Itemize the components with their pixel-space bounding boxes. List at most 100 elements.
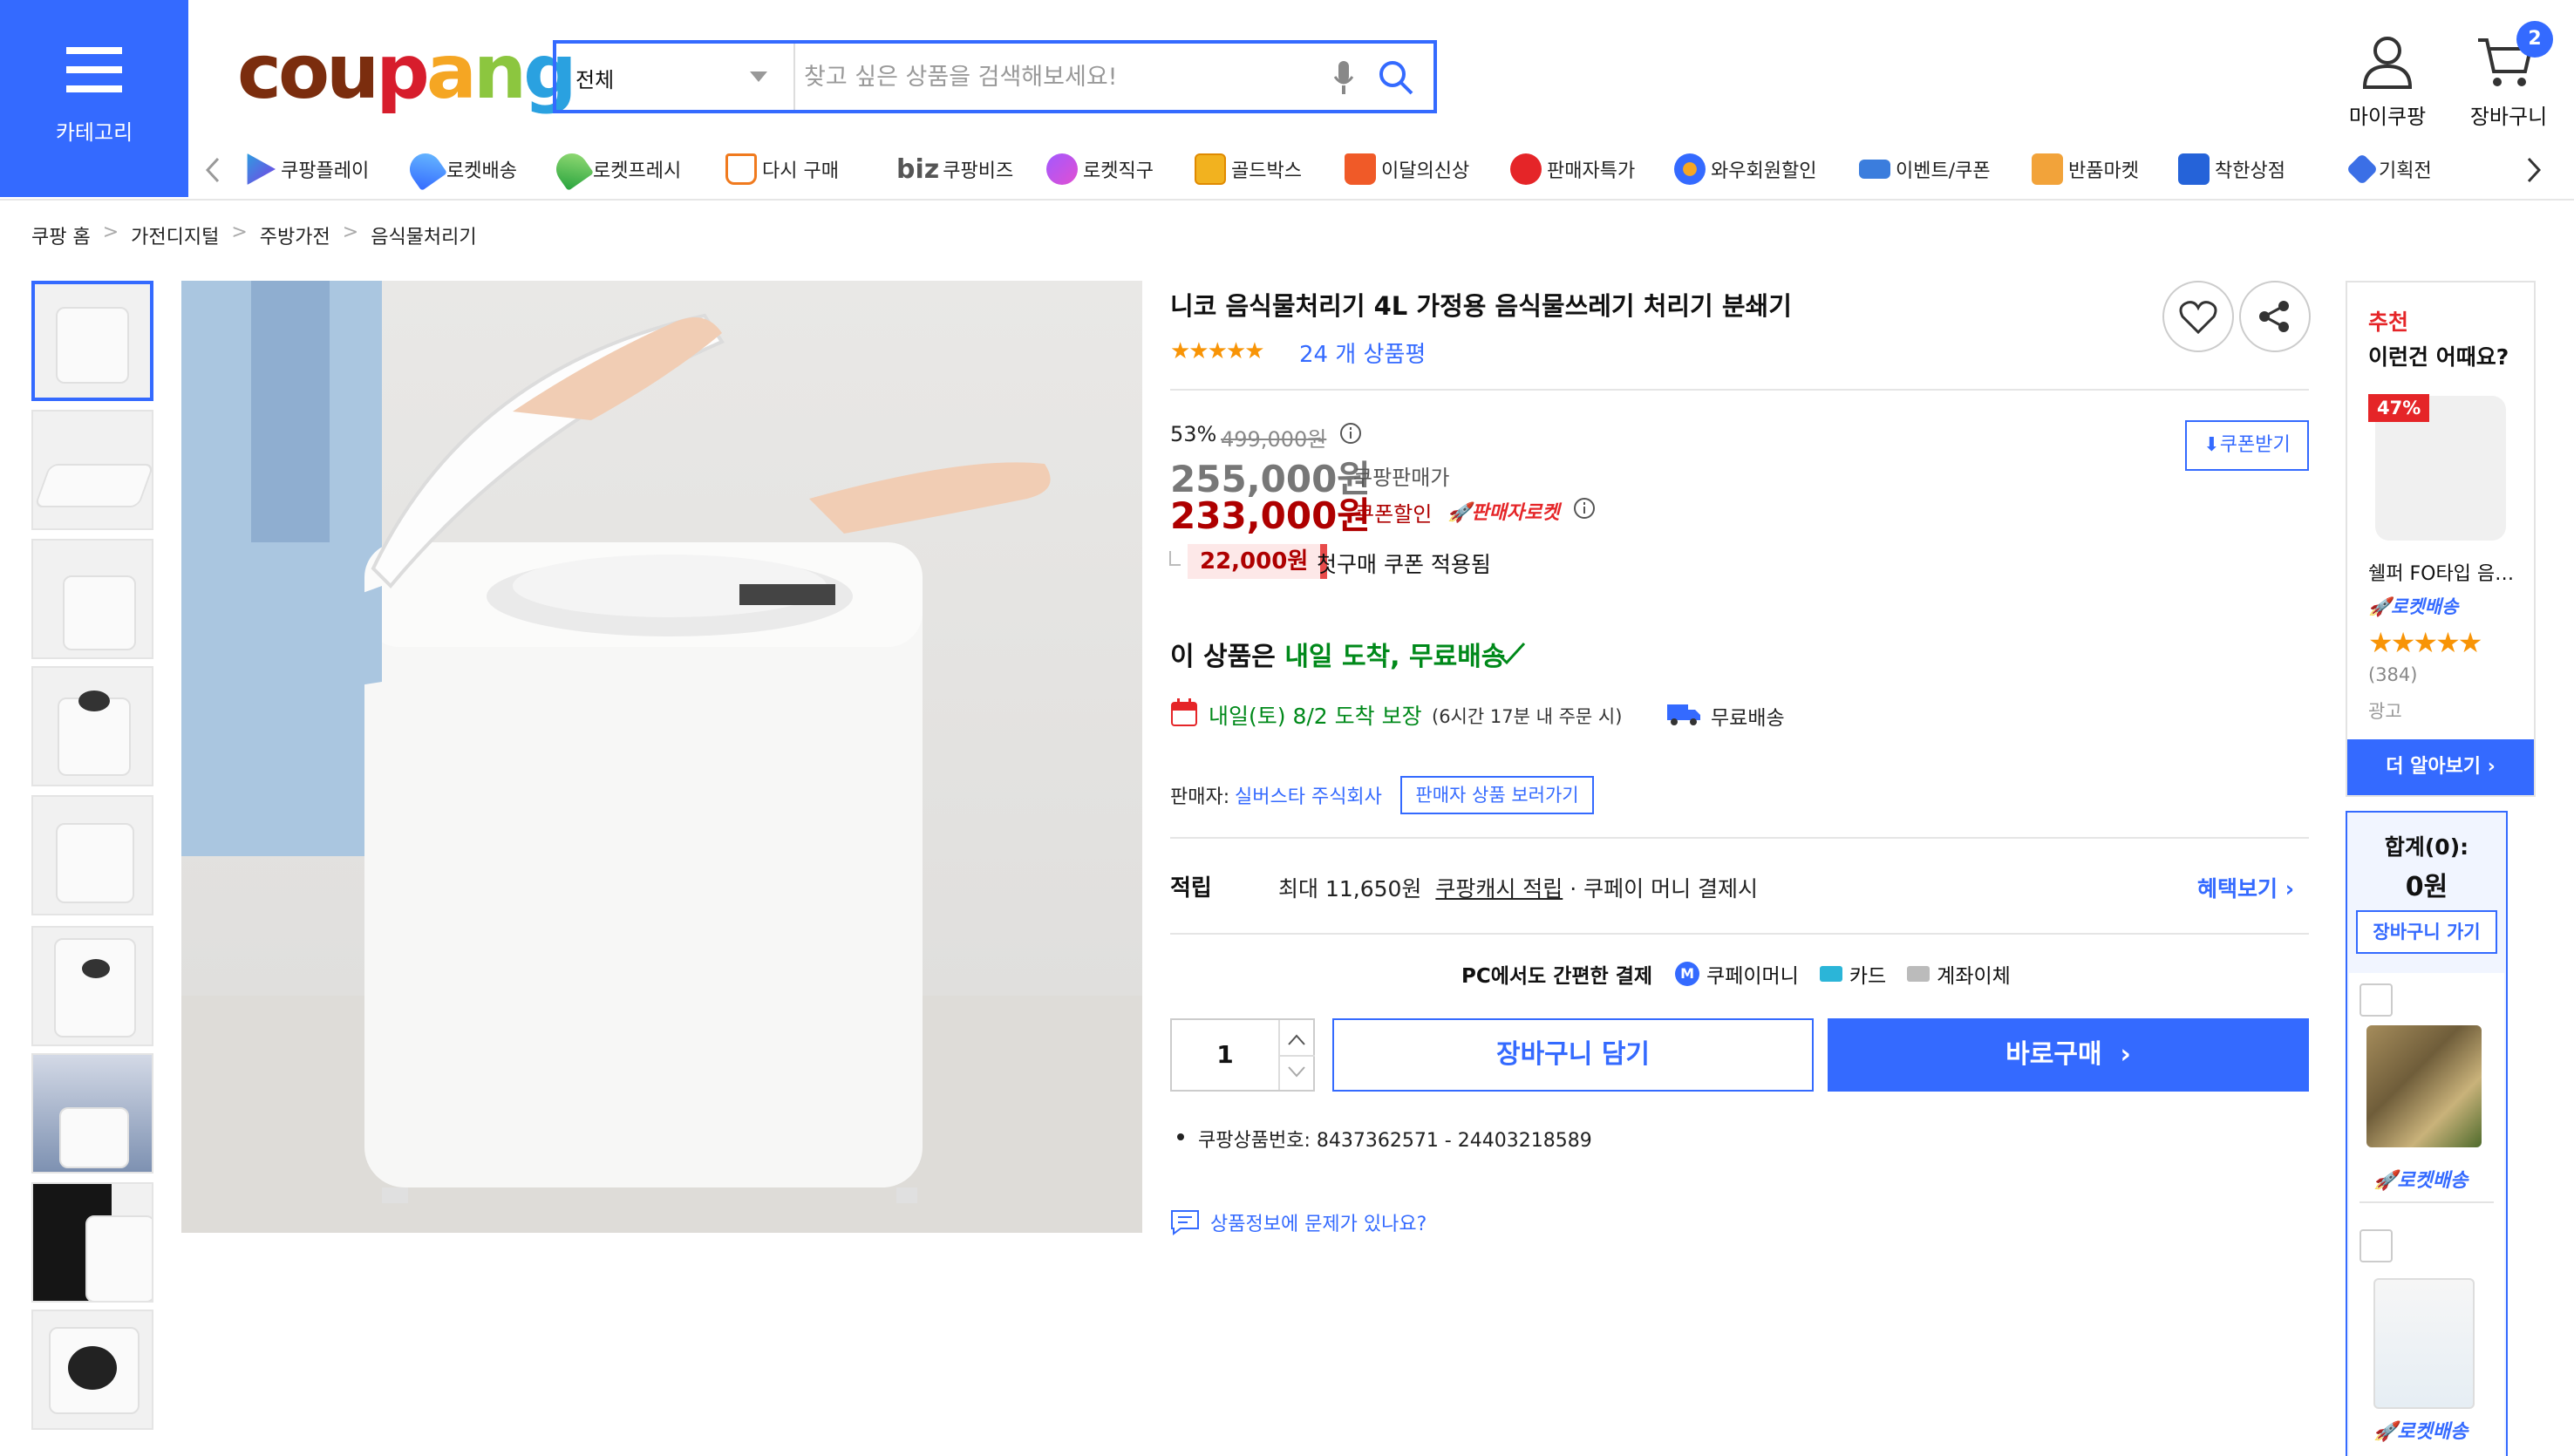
nav-item-new[interactable]: 이달의신상: [1345, 150, 1469, 188]
nav-item-rocket-fresh[interactable]: 로켓프레시: [549, 146, 681, 192]
calendar-icon: [1171, 698, 1197, 726]
share-button[interactable]: [2239, 281, 2311, 352]
my-coupang-button[interactable]: 마이쿠팡: [2346, 31, 2429, 129]
thumbnail-5[interactable]: [31, 795, 153, 915]
thumbnail-1[interactable]: [31, 281, 153, 401]
review-count-link[interactable]: 24 개 상품평: [1299, 337, 1426, 369]
breadcrumb-kitchen[interactable]: 주방가전: [260, 221, 330, 249]
nav-item-global[interactable]: 로켓직구: [1046, 150, 1154, 188]
thumbnail-4[interactable]: [31, 666, 153, 786]
buy-now-button[interactable]: 바로구매 ›: [1828, 1018, 2309, 1092]
coupon-price: 233,000원: [1170, 494, 1371, 537]
nav-item-wow[interactable]: 와우회원할인: [1674, 150, 1816, 188]
nav-item-event[interactable]: 이벤트/쿠폰: [1859, 150, 1991, 188]
chevron-right-icon: ›: [2120, 1039, 2131, 1070]
category-menu-button[interactable]: 카테고리: [0, 0, 188, 197]
quantity-stepper: 1: [1170, 1018, 1315, 1092]
card-icon: [1819, 966, 1842, 982]
divider: [1170, 389, 2309, 391]
product-id: 쿠팡상품번호: 8437362571 - 24403218589: [1198, 1130, 1592, 1152]
nav-item-rocket[interactable]: 로켓배송: [403, 146, 517, 192]
nav-next-icon[interactable]: [2527, 157, 2541, 183]
bullet: [1177, 1133, 1184, 1140]
recommend-product-name[interactable]: 쉘퍼 FO타입 음…: [2368, 558, 2529, 586]
microphone-icon[interactable]: [1332, 59, 1355, 96]
thumbnail-3[interactable]: [31, 539, 153, 659]
wishlist-button[interactable]: [2162, 281, 2234, 352]
rocket-icon: [403, 146, 448, 192]
recommendation-panel: 추천 이런건 어때요? 47% 쉘퍼 FO타입 음… 🚀로켓배송 ★★★★★ (…: [2346, 281, 2536, 797]
nav-item-rebuy[interactable]: 다시 구매: [725, 150, 839, 188]
item-checkbox[interactable]: [2360, 1229, 2393, 1262]
thumbnail-7[interactable]: [31, 1053, 153, 1174]
cart-sum-label: 합계(0):: [2384, 834, 2469, 860]
cart-item-image[interactable]: [2366, 1025, 2482, 1147]
nav-item-good-store[interactable]: 착한상점: [2178, 150, 2285, 188]
report-issue-link[interactable]: 상품정보에 문제가 있나요?: [1170, 1208, 1427, 1236]
breadcrumb-food-disposer[interactable]: 음식물처리기: [371, 221, 476, 249]
arrival-condition: (6시간 17분 내 주문 시): [1432, 706, 1623, 727]
check-icon: [1496, 642, 1526, 665]
nav-item-coupang-play[interactable]: 쿠팡플레이: [244, 150, 369, 188]
coupang-cash-link[interactable]: 쿠팡캐시 적립: [1435, 876, 1563, 901]
nav-item-goldbox[interactable]: 골드박스: [1195, 150, 1302, 188]
wow-icon: [1674, 153, 1706, 185]
reward-label: 적립: [1170, 875, 1212, 901]
global-rocket-icon: [1046, 153, 1078, 185]
thumbnail-8[interactable]: [31, 1182, 153, 1303]
search-input[interactable]: [804, 56, 1292, 98]
ad-label: 광고: [2368, 701, 2402, 722]
nav-item-biz[interactable]: biz 쿠팡비즈: [896, 150, 1013, 188]
coupon-price-label: 쿠폰할인: [1355, 502, 1433, 527]
coupon-amount-tag: 22,000원: [1188, 544, 1328, 579]
coupon-icon: [1859, 160, 1890, 179]
search-category-select[interactable]: 전체: [556, 44, 795, 110]
learn-more-button[interactable]: 더 알아보기 ›: [2347, 739, 2534, 795]
nav-item-promotion[interactable]: 기획전: [2346, 150, 2432, 188]
decrease-icon[interactable]: [1285, 1062, 1308, 1083]
item-checkbox[interactable]: [2360, 983, 2393, 1017]
benefit-link[interactable]: 혜택보기 ›: [2197, 872, 2294, 903]
search-bar: 전체: [553, 40, 1437, 113]
free-shipping-label: 무료배송: [1711, 707, 1785, 730]
nav-item-return-market[interactable]: 반품마켓: [2032, 150, 2139, 188]
delivery-headline: 이 상품은 내일 도착, 무료배송: [1170, 642, 1506, 672]
bank-icon: [1907, 966, 1930, 982]
cart-item-image[interactable]: [2373, 1278, 2475, 1409]
product-main-image[interactable]: [181, 281, 1142, 1233]
nav-prev-icon[interactable]: [206, 157, 220, 183]
seller-products-button[interactable]: 판매자 상품 보러가기: [1400, 776, 1594, 814]
payment-title: PC에서도 간편한 결제: [1461, 965, 1653, 988]
search-icon[interactable]: [1378, 59, 1414, 96]
cart-item-rocket-badge: 🚀로켓배송: [2373, 1170, 2468, 1192]
info-icon[interactable]: [1573, 497, 1596, 520]
recommend-discount-badge: 47%: [2368, 394, 2430, 422]
category-nav: 쿠팡플레이 로켓배송 로켓프레시 다시 구매 biz 쿠팡비즈 로켓직구 골드박스…: [244, 146, 2502, 192]
thumbnail-2[interactable]: [31, 410, 153, 530]
add-to-cart-button[interactable]: 장바구니 담기: [1332, 1018, 1814, 1092]
nav-item-seller-deal[interactable]: 판매자특가: [1510, 150, 1635, 188]
truck-icon: [1667, 704, 1700, 725]
breadcrumb-digital[interactable]: 가전디지털: [131, 221, 219, 249]
indent-corner-icon: [1169, 551, 1181, 566]
coupang-logo[interactable]: coupang: [237, 24, 577, 120]
cart-button[interactable]: 2 장바구니: [2461, 21, 2557, 129]
payment-methods: PC에서도 간편한 결제 M 쿠페이머니 카드 계좌이체: [1461, 959, 2011, 989]
info-icon[interactable]: [1339, 422, 1362, 445]
seller-name-link[interactable]: 실버스타 주식회사: [1235, 781, 1382, 809]
download-icon: ⬇: [2203, 434, 2220, 456]
go-to-cart-button[interactable]: 장바구니 가기: [2356, 910, 2497, 954]
thumbnail-6[interactable]: [31, 926, 153, 1046]
quantity-value[interactable]: 1: [1172, 1020, 1280, 1090]
increase-icon[interactable]: [1285, 1029, 1308, 1050]
user-icon: [2362, 37, 2413, 89]
heart-icon: [2179, 301, 2217, 334]
new-bag-icon: [1345, 153, 1376, 185]
seller-label: 판매자:: [1170, 786, 1230, 808]
coupon-download-button[interactable]: ⬇쿠폰받기: [2185, 420, 2309, 471]
breadcrumb-home[interactable]: 쿠팡 홈: [31, 221, 91, 249]
breadcrumb: 쿠팡 홈 > 가전디지털 > 주방가전 > 음식물처리기: [31, 221, 477, 249]
thumbnail-9[interactable]: [31, 1310, 153, 1430]
arrival-date: 내일(토) 8/2 도착 보장: [1209, 704, 1422, 729]
tag-icon: [2346, 153, 2379, 186]
